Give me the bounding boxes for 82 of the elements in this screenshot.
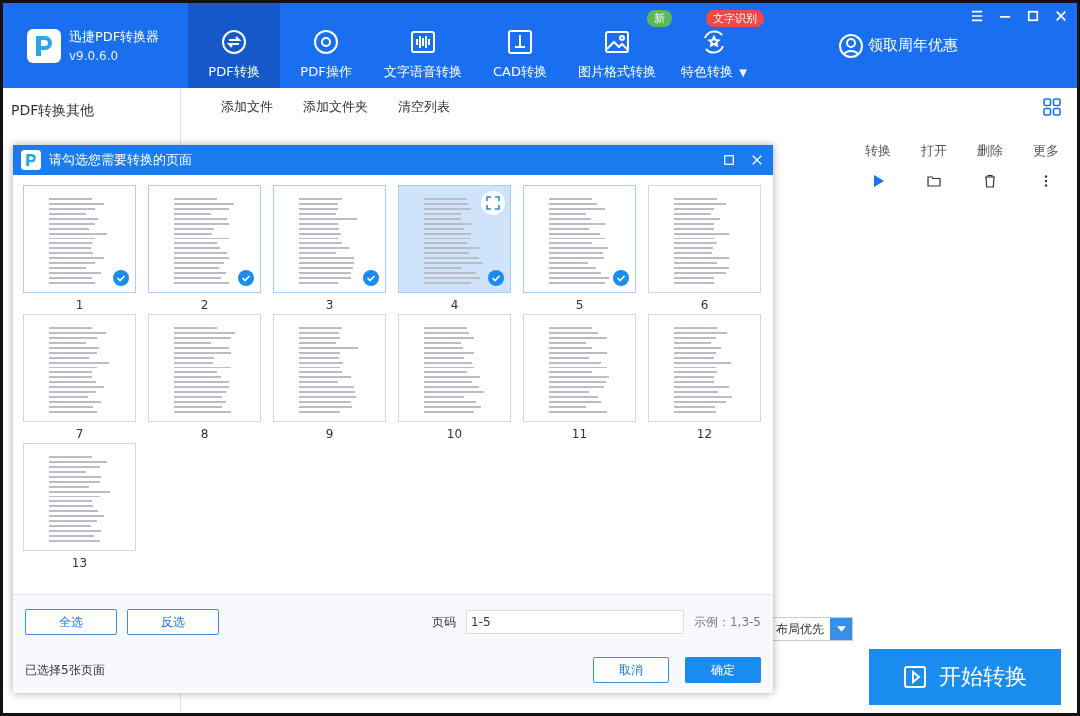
caret-icon — [836, 626, 846, 632]
page-thumbnail[interactable] — [523, 314, 636, 422]
maximize-icon[interactable] — [723, 154, 735, 166]
checkmark-icon — [113, 270, 129, 286]
page-number: 2 — [200, 298, 209, 312]
page-number: 12 — [696, 427, 713, 441]
cancel-button[interactable]: 取消 — [593, 657, 669, 683]
column-header: 转换 — [865, 142, 891, 160]
page-number: 11 — [571, 427, 588, 441]
example-hint: 示例：1,3-5 — [693, 613, 761, 631]
page-number: 3 — [325, 298, 334, 312]
close-icon[interactable] — [1055, 10, 1067, 22]
page-thumbnail[interactable] — [273, 185, 386, 293]
grid-view-icon[interactable] — [1043, 98, 1061, 116]
page-number: 6 — [700, 298, 709, 312]
layout-select[interactable]: 布局优先 — [771, 617, 853, 641]
expand-icon[interactable] — [481, 191, 505, 215]
page-thumbnail[interactable] — [523, 185, 636, 293]
checkmark-icon — [238, 270, 254, 286]
user-icon — [838, 32, 864, 59]
confirm-button[interactable]: 确定 — [685, 657, 761, 683]
drafting-icon — [507, 29, 533, 55]
menu-icon[interactable] — [971, 10, 983, 22]
toolbar-button[interactable]: 添加文件夹 — [303, 98, 368, 116]
page-thumbnail[interactable] — [148, 314, 261, 422]
maximize-icon[interactable] — [1027, 10, 1039, 22]
dialog-title: 请勾选您需要转换的页面 — [49, 151, 193, 169]
gear-icon — [313, 29, 339, 55]
column-header: 更多 — [1033, 142, 1059, 160]
select-all-button[interactable]: 全选 — [25, 609, 117, 635]
nav-tab[interactable]: PDF操作 — [280, 29, 372, 88]
sidebar-title[interactable]: PDF转换其他 — [11, 102, 95, 118]
column-header: 删除 — [977, 142, 1003, 160]
logo-icon — [21, 150, 41, 170]
column-header: 打开 — [921, 142, 947, 160]
page-thumbnail[interactable] — [23, 443, 136, 551]
dropdown-caret-icon: ▼ — [739, 67, 747, 78]
nav-tab[interactable]: CAD转换 — [474, 29, 566, 88]
page-number: 13 — [71, 556, 88, 570]
page-thumbnail[interactable] — [398, 185, 511, 293]
start-button[interactable]: 开始转换 — [869, 649, 1061, 705]
play-icon[interactable] — [871, 174, 885, 188]
play-square-icon — [903, 665, 927, 689]
nav-tab[interactable]: 文字语音转换 — [372, 29, 474, 88]
selection-status: 已选择5张页面 — [25, 661, 105, 679]
page-thumbnail[interactable] — [398, 314, 511, 422]
close-icon[interactable] — [751, 154, 763, 166]
app-name: 迅捷PDF转换器 — [69, 28, 160, 46]
checkmark-icon — [613, 270, 629, 286]
page-thumbnail[interactable] — [648, 185, 761, 293]
page-thumbnail[interactable] — [23, 314, 136, 422]
star-refresh-icon — [701, 29, 727, 55]
nav-badge: 文字识别 — [706, 10, 764, 27]
page-number: 5 — [575, 298, 584, 312]
page-thumbnail[interactable] — [148, 185, 261, 293]
folder-icon[interactable] — [927, 174, 941, 188]
page-number: 1 — [75, 298, 84, 312]
app-version: v9.0.6.0 — [69, 49, 120, 63]
promo-link[interactable]: 领取周年优惠 — [838, 3, 958, 88]
page-thumbnail[interactable] — [273, 314, 386, 422]
nav-tab[interactable]: 特色转换 ▼ — [668, 29, 760, 88]
page-number: 7 — [75, 427, 84, 441]
toolbar-button[interactable]: 添加文件 — [221, 98, 273, 116]
page-number: 10 — [446, 427, 463, 441]
checkmark-icon — [488, 270, 504, 286]
trash-icon[interactable] — [983, 174, 997, 188]
page-number: 4 — [450, 298, 459, 312]
nav-tab[interactable]: 图片格式转换 — [566, 29, 668, 88]
waveform-icon — [410, 29, 436, 55]
page-range-label: 页码 — [431, 613, 456, 631]
page-thumbnail[interactable] — [23, 185, 136, 293]
nav-badge: 新 — [647, 10, 672, 27]
invert-selection-button[interactable]: 反选 — [127, 609, 219, 635]
swap-circle-icon — [221, 29, 247, 55]
page-number: 9 — [325, 427, 334, 441]
page-number: 8 — [200, 427, 209, 441]
logo-icon — [27, 28, 61, 63]
toolbar-button[interactable]: 清空列表 — [398, 98, 450, 116]
checkmark-icon — [363, 270, 379, 286]
image-icon — [604, 29, 630, 55]
page-thumbnail[interactable] — [648, 314, 761, 422]
page-range-input[interactable]: 1-5 — [465, 610, 684, 634]
